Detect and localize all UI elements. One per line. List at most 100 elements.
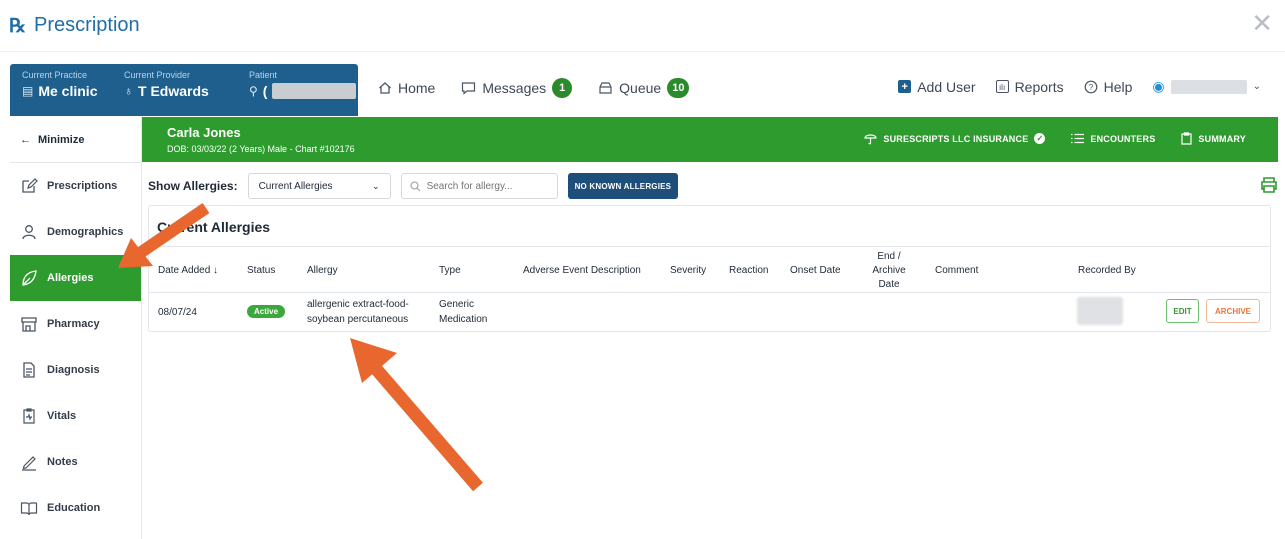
sidebar-item-pharmacy[interactable]: Pharmacy bbox=[10, 301, 141, 347]
bar-chart-icon: ılı bbox=[995, 80, 1009, 93]
svg-text:?: ? bbox=[1088, 83, 1093, 92]
provider-value: T Edwards bbox=[138, 83, 209, 99]
nav-queue-label: Queue bbox=[619, 80, 662, 96]
sidebar-item-vitals[interactable]: Vitals bbox=[10, 393, 141, 439]
help-link[interactable]: ? Help bbox=[1084, 79, 1132, 95]
col-end-archive-date: End / Archive Date bbox=[872, 251, 906, 290]
context-panel: Current Practice ▤ Me clinic Current Prov… bbox=[10, 64, 358, 116]
clipboard-icon bbox=[1181, 132, 1193, 145]
archive-button[interactable]: ARCHIVE bbox=[1206, 299, 1260, 323]
stethoscope-icon: ♁ bbox=[124, 84, 133, 98]
person-icon bbox=[22, 225, 36, 240]
allergy-search-input[interactable] bbox=[426, 180, 547, 192]
col-comment: Comment bbox=[935, 265, 979, 276]
filter-bar: Show Allergies: Current Allergies ⌄ NO K… bbox=[148, 172, 1278, 200]
main-nav: Home Messages 1 Queue 10 bbox=[378, 78, 690, 98]
current-patient[interactable]: Patient ⚲ ( bbox=[249, 70, 357, 99]
clipboard-icon bbox=[23, 408, 35, 424]
current-practice[interactable]: Current Practice ▤ Me clinic bbox=[22, 70, 97, 99]
col-date-added[interactable]: Date Added ↓ bbox=[158, 265, 218, 276]
card-title: Current Allergies bbox=[157, 219, 271, 235]
chat-icon bbox=[462, 82, 476, 95]
edit-button[interactable]: EDIT bbox=[1166, 299, 1199, 323]
user-menu[interactable]: ◉ ⌄ bbox=[1152, 78, 1261, 95]
insurance-link[interactable]: SURESCRIPTS LLC INSURANCE ✓ bbox=[864, 132, 1046, 145]
redacted-recorder bbox=[1077, 297, 1123, 325]
practice-label: Current Practice bbox=[22, 70, 88, 80]
reports-label: Reports bbox=[1014, 78, 1064, 95]
col-adverse-event: Adverse Event Description bbox=[523, 265, 641, 276]
practice-value: Me clinic bbox=[38, 83, 98, 99]
printer-icon[interactable] bbox=[1260, 176, 1278, 194]
user-avatar-icon: ◉ bbox=[1152, 78, 1165, 94]
cell-type: Generic Medication bbox=[439, 299, 488, 325]
patient-details: DOB: 03/03/22 (2 Years) Male - Chart #10… bbox=[167, 144, 355, 154]
document-icon bbox=[23, 362, 35, 378]
verified-check-icon: ✓ bbox=[1034, 133, 1046, 144]
allergy-search-field[interactable] bbox=[400, 173, 558, 199]
close-icon[interactable]: ✕ bbox=[1251, 10, 1273, 36]
patient-name: Carla Jones bbox=[167, 125, 241, 140]
patient-value: ( bbox=[262, 83, 268, 99]
col-reaction: Reaction bbox=[729, 265, 769, 276]
provider-label: Current Provider bbox=[124, 70, 191, 80]
summary-button[interactable]: SUMMARY bbox=[1181, 132, 1246, 145]
title-bar: ℞ Prescription ✕ bbox=[0, 0, 1285, 52]
top-nav: Current Practice ▤ Me clinic Current Prov… bbox=[0, 64, 1285, 116]
nav-home[interactable]: Home bbox=[378, 80, 435, 96]
current-provider[interactable]: Current Provider ♁ T Edwards bbox=[124, 70, 209, 99]
sidebar-item-prescriptions[interactable]: Prescriptions bbox=[10, 163, 141, 209]
nav-home-label: Home bbox=[398, 80, 436, 96]
nav-messages-label: Messages bbox=[482, 80, 547, 96]
prescription-window: ℞ Prescription ✕ Current Practice ▤ Me cl… bbox=[0, 0, 1285, 539]
sidebar-item-label: Vitals bbox=[47, 410, 77, 422]
leaf-icon bbox=[22, 270, 37, 286]
add-user-button[interactable]: + Add User bbox=[898, 78, 976, 95]
book-icon bbox=[20, 502, 38, 516]
edit-cell: EDIT bbox=[1166, 299, 1199, 323]
nav-messages[interactable]: Messages 1 bbox=[461, 78, 573, 98]
sidebar-item-demographics[interactable]: Demographics bbox=[10, 209, 141, 255]
pencil-icon bbox=[22, 456, 36, 471]
sidebar-item-label: Diagnosis bbox=[47, 364, 100, 376]
nav-queue[interactable]: Queue 10 bbox=[598, 78, 690, 98]
col-type: Type bbox=[439, 265, 461, 276]
reports-link[interactable]: ılı Reports bbox=[995, 78, 1064, 95]
status-cell: Active bbox=[247, 304, 286, 319]
table-row: 08/07/24 Active allergenic extract-food-… bbox=[149, 293, 1270, 332]
sidebar-item-label: Allergies bbox=[47, 272, 94, 284]
sidebar-item-education[interactable]: Education bbox=[10, 485, 141, 531]
col-severity: Severity bbox=[670, 265, 707, 276]
building-icon: ▤ bbox=[22, 84, 34, 98]
queue-count-badge: 10 bbox=[667, 78, 690, 98]
edit-icon bbox=[22, 178, 38, 193]
encounters-button[interactable]: ENCOUNTERS bbox=[1071, 133, 1155, 144]
window-title: Prescription bbox=[34, 14, 140, 36]
store-icon bbox=[21, 317, 37, 332]
messages-count-badge: 1 bbox=[552, 78, 573, 98]
table-header: Date Added ↓ Status Allergy Type Adverse… bbox=[149, 246, 1270, 293]
sidebar: ← Minimize Prescriptions Demographics Al… bbox=[10, 117, 142, 539]
rx-logo-icon: ℞ bbox=[9, 14, 27, 37]
add-user-label: Add User bbox=[917, 78, 976, 95]
status-badge: Active bbox=[247, 305, 286, 318]
sidebar-item-notes[interactable]: Notes bbox=[10, 439, 141, 485]
utility-nav: + Add User ılı Reports ? Help ◉ ⌄ bbox=[898, 78, 1261, 95]
allergy-filter-select[interactable]: Current Allergies ⌄ bbox=[247, 173, 391, 199]
person-icon: ⚲ bbox=[249, 84, 258, 98]
sidebar-item-label: Demographics bbox=[47, 226, 124, 238]
minimize-button[interactable]: ← Minimize bbox=[10, 117, 141, 163]
search-icon bbox=[410, 180, 420, 191]
tray-icon bbox=[599, 82, 612, 94]
sidebar-item-label: Prescriptions bbox=[47, 180, 118, 192]
no-known-allergies-button[interactable]: NO KNOWN ALLERGIES bbox=[567, 173, 679, 199]
sidebar-item-label: Notes bbox=[47, 456, 78, 468]
list-icon bbox=[1071, 133, 1085, 144]
sidebar-item-allergies[interactable]: Allergies bbox=[10, 255, 141, 301]
sidebar-item-diagnosis[interactable]: Diagnosis bbox=[10, 347, 141, 393]
archive-cell: ARCHIVE bbox=[1206, 299, 1260, 323]
annotation-arrow-allergy-entry bbox=[350, 338, 483, 492]
col-allergy: Allergy bbox=[307, 265, 338, 276]
current-allergies-card: Current Allergies Date Added ↓ Status Al… bbox=[148, 205, 1271, 332]
redacted-patient-name bbox=[272, 83, 357, 99]
